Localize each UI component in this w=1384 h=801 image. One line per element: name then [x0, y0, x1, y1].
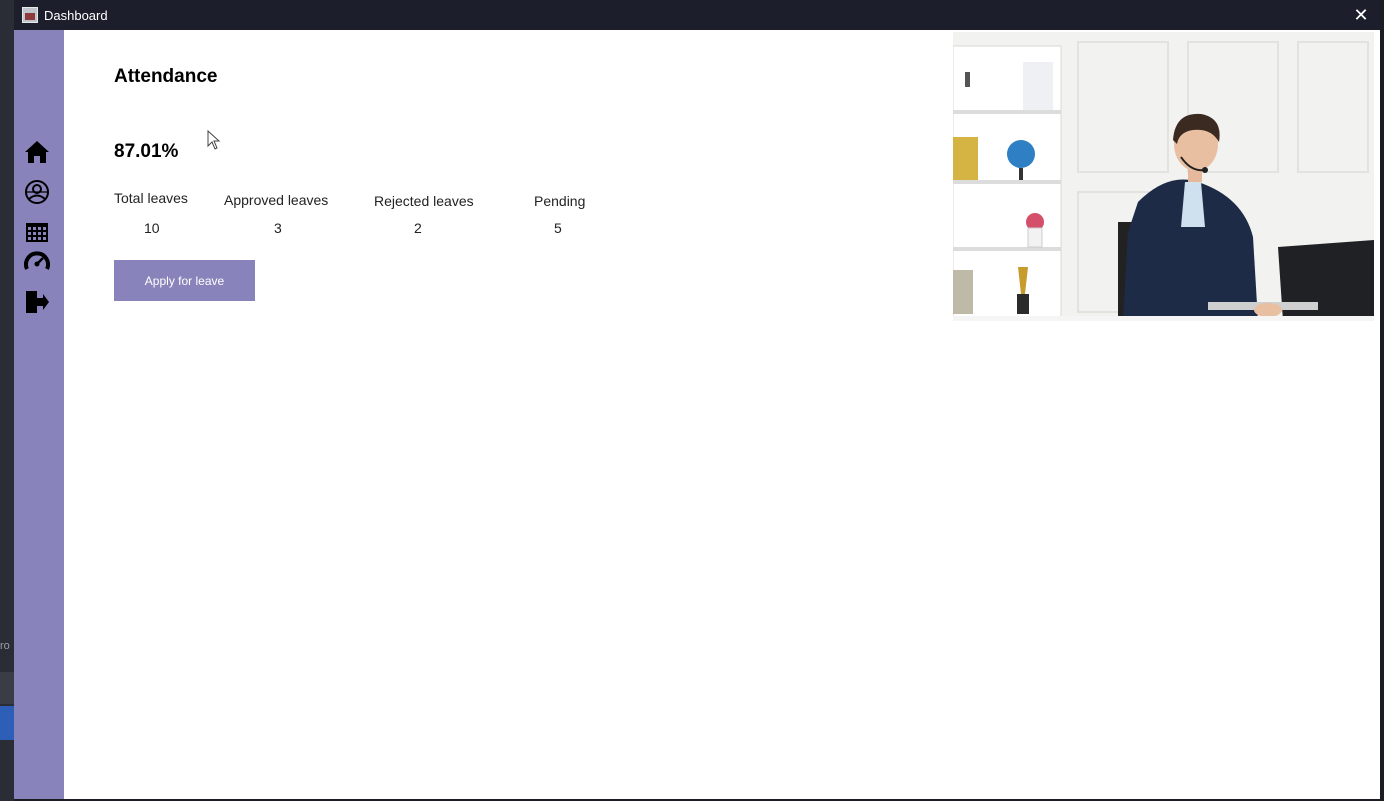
sidebar-item-dashboard[interactable] — [24, 250, 50, 276]
sidebar — [14, 30, 64, 799]
dashboard-window: Dashboard ✕ Attendance 87.01% Total leav… — [14, 0, 1380, 799]
pending-value: 5 — [554, 220, 562, 236]
sidebar-item-profile[interactable] — [24, 179, 50, 205]
sidebar-item-calendar[interactable] — [24, 219, 50, 245]
desktop-fragment-text: ro — [0, 640, 10, 652]
total-leaves-value: 10 — [144, 220, 160, 236]
title-bar: Dashboard ✕ — [14, 0, 1380, 30]
desktop-background-strip: ro — [0, 0, 14, 801]
calendar-icon — [26, 223, 48, 242]
sidebar-item-home[interactable] — [24, 139, 50, 165]
sidebar-item-logout[interactable] — [24, 289, 50, 315]
webcam-video-overlay — [953, 32, 1374, 321]
presenter-video-image — [953, 32, 1374, 321]
pending-label: Pending — [534, 193, 586, 209]
rejected-leaves-label: Rejected leaves — [374, 193, 474, 209]
close-button[interactable]: ✕ — [1350, 4, 1372, 26]
approved-leaves-label: Approved leaves — [224, 192, 329, 208]
window-title: Dashboard — [44, 7, 108, 23]
attendance-percentage: 87.01% — [114, 141, 179, 162]
main-content: Attendance 87.01% Total leaves 10 Approv… — [64, 30, 1380, 799]
app-icon — [22, 7, 38, 23]
desktop-fragment-selection — [0, 706, 14, 740]
home-icon — [25, 141, 49, 163]
mouse-cursor-icon — [207, 130, 221, 150]
profile-icon — [25, 180, 49, 204]
logout-icon — [26, 291, 49, 313]
total-leaves-label: Total leaves — [114, 190, 188, 206]
approved-leaves-value: 3 — [274, 220, 282, 236]
dashboard-gauge-icon — [24, 251, 50, 270]
desktop-fragment-panel — [0, 672, 14, 704]
apply-for-leave-button[interactable]: Apply for leave — [114, 260, 255, 301]
page-title: Attendance — [114, 66, 218, 87]
rejected-leaves-value: 2 — [414, 220, 422, 236]
